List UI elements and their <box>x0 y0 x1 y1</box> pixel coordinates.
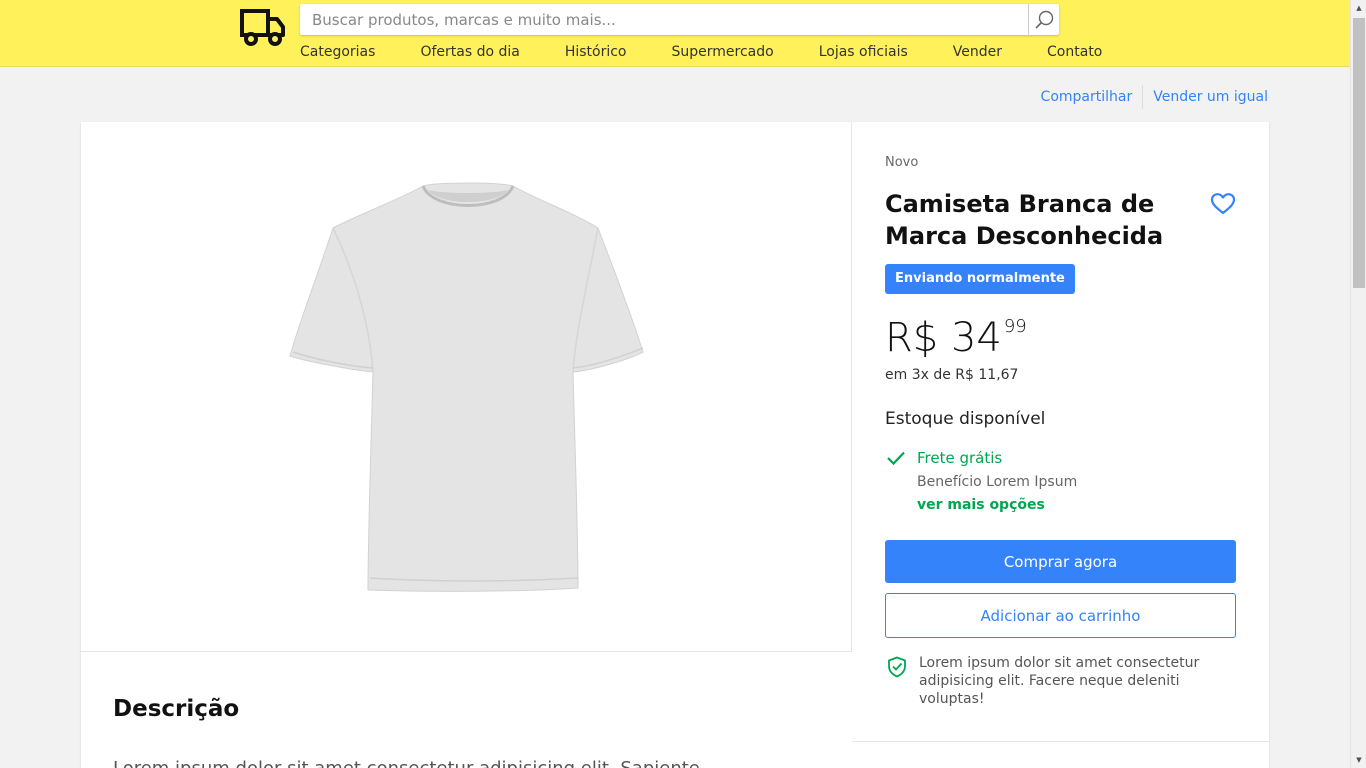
buy-now-button[interactable]: Comprar agora <box>885 540 1236 583</box>
shipping-status-badge: Enviando normalmente <box>885 264 1075 294</box>
nav-ofertas[interactable]: Ofertas do dia <box>420 44 519 64</box>
nav-supermercado[interactable]: Supermercado <box>672 44 774 64</box>
stock-status: Estoque disponível <box>885 409 1046 429</box>
price: R$ 34 99 <box>885 312 1027 364</box>
scroll-thumb[interactable] <box>1353 18 1365 288</box>
tshirt-image[interactable] <box>288 180 648 595</box>
nav-contato[interactable]: Contato <box>1047 44 1102 64</box>
nav-historico[interactable]: Histórico <box>565 44 627 64</box>
product-actions: Compartilhar Vender um igual <box>1041 85 1268 109</box>
price-amount: R$ 34 <box>885 315 1002 361</box>
favorite-heart-icon[interactable] <box>1210 192 1236 220</box>
nav-vender[interactable]: Vender <box>953 44 1002 64</box>
nav-categorias[interactable]: Categorias <box>300 44 375 64</box>
search-bar <box>300 4 1059 35</box>
product-card: Descrição Lorem ipsum dolor sit amet con… <box>81 122 1269 768</box>
product-info: Novo Camiseta Branca de Marca Desconheci… <box>852 122 1269 742</box>
description-title: Descrição <box>113 696 240 722</box>
nav-lojas-oficiais[interactable]: Lojas oficiais <box>819 44 908 64</box>
scrollbar[interactable]: ▲ ▼ <box>1350 0 1366 768</box>
header: Categorias Ofertas do dia Histórico Supe… <box>0 0 1350 67</box>
search-input[interactable] <box>300 4 1028 35</box>
divider <box>1142 85 1144 109</box>
checkmark-icon <box>887 451 905 466</box>
sell-similar-link[interactable]: Vender um igual <box>1153 89 1268 105</box>
purchase-guarantee-text: Lorem ipsum dolor sit amet consectetur a… <box>919 655 1200 707</box>
shipping-benefit: Benefício Lorem Ipsum <box>917 474 1078 490</box>
truck-logo-icon[interactable] <box>239 7 287 47</box>
product-title: Camiseta Branca de Marca Desconhecida <box>885 190 1164 250</box>
scroll-up-arrow-icon[interactable]: ▲ <box>1351 0 1366 16</box>
shield-check-icon <box>888 656 906 678</box>
free-shipping-label: Frete grátis <box>917 449 1003 467</box>
description-text: Lorem ipsum dolor sit amet consectetur a… <box>113 758 700 768</box>
share-link[interactable]: Compartilhar <box>1041 89 1133 105</box>
main-nav: Categorias Ofertas do dia Histórico Supe… <box>300 44 1147 64</box>
installments-text: em 3x de R$ 11,67 <box>885 367 1019 383</box>
price-cents: 99 <box>1003 316 1027 337</box>
search-button[interactable] <box>1028 4 1059 35</box>
search-icon <box>1035 10 1054 29</box>
more-shipping-options-link[interactable]: ver mais opções <box>917 497 1045 513</box>
scroll-down-arrow-icon[interactable]: ▼ <box>1351 752 1366 768</box>
product-gallery <box>81 122 852 652</box>
add-to-cart-button[interactable]: Adicionar ao carrinho <box>885 593 1236 638</box>
product-condition: Novo <box>885 155 919 170</box>
